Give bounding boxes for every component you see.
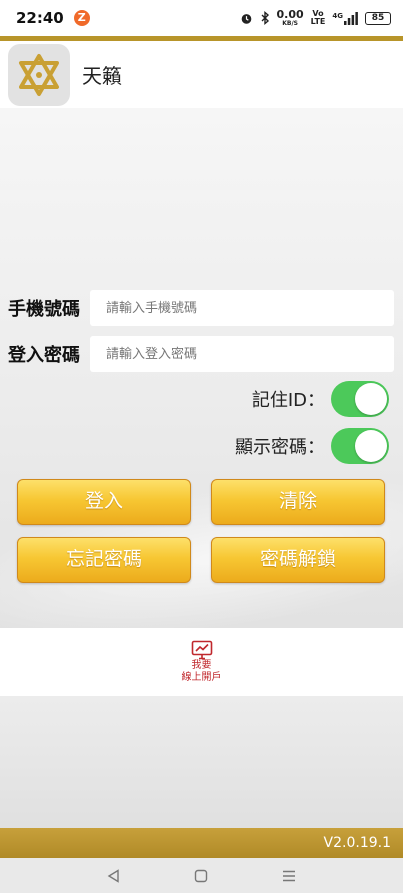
phone-input[interactable] [90, 290, 394, 326]
toggle-knob [355, 430, 387, 462]
bluetooth-icon [261, 11, 269, 25]
open-account-line2: 線上開戶 [181, 672, 222, 683]
unlock-password-button[interactable]: 密碼解鎖 [211, 537, 385, 583]
system-nav-bar [0, 858, 403, 893]
version-bar: V2.0.19.1 [0, 828, 403, 858]
toggle-knob [355, 383, 387, 415]
app-title: 天籟 [82, 64, 122, 88]
alarm-icon [241, 13, 251, 24]
forgot-password-button[interactable]: 忘記密碼 [17, 537, 191, 583]
clear-button[interactable]: 清除 [211, 479, 385, 525]
remember-id-row: 記住ID： [252, 381, 389, 417]
notification-app-icon: Z [73, 10, 90, 26]
status-bar: 22:40 Z 0.00 KB/S Vo LTE 4G 85 [0, 0, 403, 36]
battery-icon: 85 [365, 11, 391, 25]
net-speed: 0.00 KB/S [276, 8, 304, 27]
signal-indicator: 4G [332, 11, 358, 25]
bottom-background [0, 696, 403, 828]
version-text: V2.0.19.1 [323, 835, 391, 851]
phone-row: 手機號碼 [0, 289, 403, 327]
login-button[interactable]: 登入 [17, 479, 191, 525]
open-account-panel: 我要 線上開戶 [0, 628, 403, 696]
app-header: 天籟 [0, 41, 403, 108]
signal-icon [344, 11, 358, 25]
status-icons: 0.00 KB/S Vo LTE 4G 85 [240, 9, 391, 27]
monitor-chart-icon [191, 640, 212, 660]
open-account-line1: 我要 [191, 660, 212, 671]
password-input[interactable] [90, 336, 394, 372]
status-time: 22:40 [16, 9, 64, 27]
home-icon[interactable] [194, 869, 208, 883]
remember-id-label: 記住ID： [251, 390, 325, 411]
back-icon[interactable] [107, 868, 121, 883]
show-password-toggle[interactable] [331, 428, 389, 464]
show-password-label: 顯示密碼： [235, 437, 325, 458]
remember-id-toggle[interactable] [331, 381, 389, 417]
star-logo-icon [19, 53, 59, 96]
menu-icon[interactable] [281, 869, 297, 883]
app-logo [8, 43, 70, 106]
open-account-button[interactable]: 我要 線上開戶 [182, 640, 222, 684]
volte-indicator: Vo LTE [310, 9, 326, 26]
password-label: 登入密碼 [8, 345, 80, 366]
password-row: 登入密碼 [0, 335, 403, 373]
login-panel: 手機號碼 登入密碼 記住ID： 顯示密碼： 登入 清除 忘記密碼 密碼解鎖 [0, 108, 403, 628]
phone-label: 手機號碼 [8, 299, 80, 320]
show-password-row: 顯示密碼： [235, 428, 389, 464]
